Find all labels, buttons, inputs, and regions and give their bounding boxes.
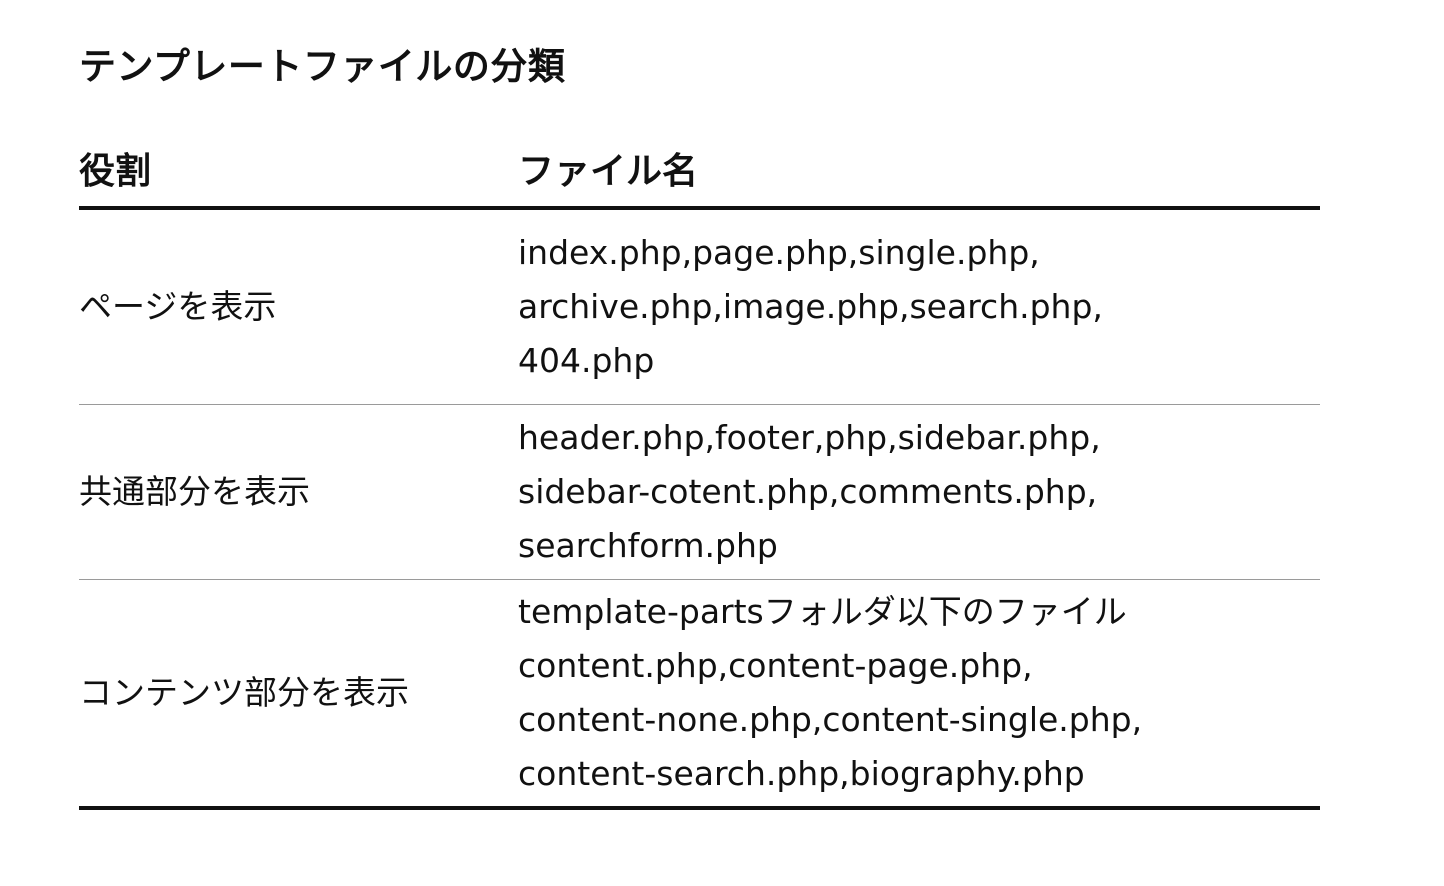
file-line: header.php,footer,php,sidebar.php, <box>518 418 1101 457</box>
file-line: 404.php <box>518 341 655 380</box>
table-header-row: 役割 ファイル名 <box>79 130 1320 210</box>
file-line: content-none.php,content-single.php, <box>518 700 1143 739</box>
file-line: searchform.php <box>518 526 778 565</box>
file-line: sidebar-cotent.php,comments.php, <box>518 472 1098 511</box>
files-cell: template-partsフォルダ以下のファイル content.php,co… <box>518 579 1320 810</box>
role-cell: 共通部分を表示 <box>79 404 518 580</box>
table-row: コンテンツ部分を表示 template-partsフォルダ以下のファイル con… <box>79 579 1320 810</box>
file-line: template-partsフォルダ以下のファイル <box>518 592 1127 631</box>
file-line: archive.php,image.php,search.php, <box>518 287 1103 326</box>
file-line: index.php,page.php,single.php, <box>518 233 1040 272</box>
column-header-role: 役割 <box>79 130 518 210</box>
files-cell: index.php,page.php,single.php, archive.p… <box>518 208 1320 405</box>
role-cell: ページを表示 <box>79 208 518 405</box>
file-line: content.php,content-page.php, <box>518 646 1033 685</box>
role-cell: コンテンツ部分を表示 <box>79 579 518 810</box>
page-title: テンプレートファイルの分類 <box>79 45 566 88</box>
files-cell: header.php,footer,php,sidebar.php, sideb… <box>518 404 1320 580</box>
column-header-filename: ファイル名 <box>518 130 1320 210</box>
table-row: ページを表示 index.php,page.php,single.php, ar… <box>79 208 1320 405</box>
table-row: 共通部分を表示 header.php,footer,php,sidebar.ph… <box>79 404 1320 580</box>
file-line: content-search.php,biography.php <box>518 754 1085 793</box>
template-file-table: 役割 ファイル名 ページを表示 index.php,page.php,singl… <box>79 130 1320 810</box>
